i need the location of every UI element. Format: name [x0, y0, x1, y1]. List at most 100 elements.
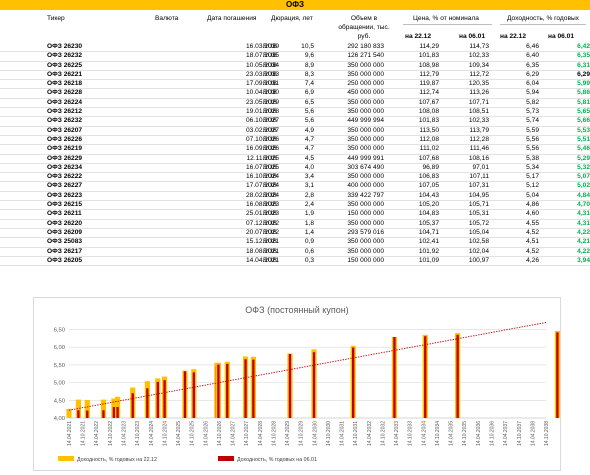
maturity-cell: 19.01.2028 [207, 107, 279, 118]
volume-cell: 350 000 000 [314, 172, 384, 183]
yield-date2-cell: 4,21 [539, 237, 590, 248]
duration-cell: 4,9 [279, 126, 314, 136]
maturity-cell: 16.08.2023 [207, 200, 279, 211]
duration-cell: 6,9 [279, 88, 314, 99]
price-date2-cell: 105,72 [439, 219, 489, 229]
price-date2-cell: 107,11 [439, 172, 489, 183]
ticker-cell: ОФЗ 26218 [0, 79, 150, 90]
ticker-cell: ОФЗ 26224 [0, 98, 150, 109]
yield-date1-cell: 6,04 [489, 79, 539, 90]
x-tick-label: 14.04.2029 [285, 421, 291, 446]
yield-date2-cell: 4,31 [539, 219, 590, 229]
price-date1-cell: 105,20 [384, 200, 439, 211]
price-date2-cell: 112,72 [439, 70, 489, 81]
yield-date1-cell: 4,26 [489, 256, 539, 267]
yield-date2-cell: 4,22 [539, 227, 590, 239]
ticker-cell: ОФЗ 26217 [0, 247, 150, 257]
table-row: ОФЗ 26232 RUB 06.10.2027 5,6 449 999 994 101,… [0, 116, 590, 127]
yield-date1-cell: 4,55 [489, 219, 539, 229]
maturity-cell: 10.04.2030 [207, 88, 279, 99]
yield-date1-cell: 4,52 [489, 227, 539, 239]
price-date1-cell: 114,29 [384, 43, 439, 53]
ticker-cell: ОФЗ 26232 [0, 116, 150, 127]
currency-cell: RUB [150, 43, 277, 53]
volume-cell: 350 000 000 [314, 144, 384, 155]
yield-date2-cell: 5,07 [539, 172, 590, 183]
yield-date1-cell: 5,38 [489, 154, 539, 164]
volume-cell: 150 000 000 [314, 256, 384, 267]
maturity-cell: 17.09.2031 [207, 79, 279, 90]
y-tick-label: 6,00 [54, 345, 65, 351]
ticker-cell: ОФЗ 26223 [0, 191, 150, 202]
yield-date1-cell: 4,52 [489, 247, 539, 257]
volume-cell: 350 000 000 [314, 98, 384, 109]
yield-date2-cell: 4,31 [539, 209, 590, 220]
yield-date1-cell: 5,56 [489, 144, 539, 155]
maturity-cell: 18.07.2035 [207, 51, 279, 62]
x-tick-label: 14.10.2033 [408, 421, 414, 446]
duration-cell: 3,1 [279, 181, 314, 192]
bar-series-2 [131, 393, 134, 418]
x-tick-label: 14.04.2033 [394, 421, 400, 446]
ticker-cell: ОФЗ 26219 [0, 144, 150, 155]
price-date1-cell: 101,09 [384, 256, 439, 267]
currency-cell: RUB [150, 209, 277, 220]
price-date2-cell: 109,34 [439, 61, 489, 71]
table-row: ОФЗ 26221 RUB 23.03.2033 8,3 350 000 000 112,… [0, 70, 590, 81]
price-date2-cell: 97,01 [439, 163, 489, 174]
yield-chart: ОФЗ (постоянный купон) 4,00 4,50 5,00 5,50 6… [54, 305, 561, 463]
bar-series-2 [217, 364, 220, 418]
bar-series-2 [226, 363, 229, 418]
price-date1-cell: 108,08 [384, 107, 439, 118]
maturity-cell: 16.07.2025 [207, 163, 279, 174]
price-date2-cell: 102,58 [439, 237, 489, 248]
price-date1-cell: 107,05 [384, 181, 439, 192]
volume-cell: 350 000 000 [314, 247, 384, 257]
ticker-cell: ОФЗ 26209 [0, 227, 150, 239]
ticker-cell: ОФЗ 26230 [0, 43, 150, 53]
maturity-cell: 14.04.2021 [207, 256, 279, 267]
x-tick-label: 14.10.2029 [299, 421, 305, 446]
yield-date1-cell: 5,04 [489, 191, 539, 202]
ticker-cell: ОФЗ 26228 [0, 88, 150, 99]
legend-swatch-series-1 [58, 456, 74, 461]
x-tick-label: 14.04.2021 [67, 421, 73, 446]
header-price-date2: на 06.01 [459, 33, 485, 40]
volume-cell: 350 000 000 [314, 70, 384, 81]
yield-date2-cell: 6,35 [539, 51, 590, 62]
price-date1-cell: 107,68 [384, 154, 439, 164]
price-date1-cell: 101,92 [384, 247, 439, 257]
table-row: ОФЗ 26217 RUB 18.08.2021 0,6 350 000 000 101,… [0, 247, 590, 257]
duration-cell: 4,5 [279, 154, 314, 164]
header-duration: Дюрация, лет [271, 15, 313, 22]
bonds-table: ОФЗ 26230 RUB 16.03.2039 10,5 292 180 833 114… [0, 43, 590, 267]
currency-cell: RUB [150, 247, 277, 257]
table-row: ОФЗ 26224 RUB 23.05.2029 6,5 350 000 000 107,… [0, 98, 590, 109]
x-tick-label: 14.10.2028 [271, 421, 277, 446]
currency-cell: RUB [150, 200, 277, 211]
price-date2-cell: 113,79 [439, 126, 489, 136]
x-tick-label: 14.10.2034 [435, 421, 441, 446]
table-row: ОФЗ 26207 RUB 03.02.2027 4,9 350 000 000 113,… [0, 126, 590, 136]
volume-cell: 350 000 000 [314, 61, 384, 71]
table-row: ОФЗ 26211 RUB 25.01.2023 1,9 150 000 000 104,… [0, 209, 590, 220]
header-yield-date1: на 22.12 [500, 33, 526, 40]
table-row: ОФЗ 26222 RUB 16.10.2024 3,4 350 000 000 106,… [0, 172, 590, 183]
yield-date2-cell: 6,29 [539, 70, 590, 81]
table-row: ОФЗ 26205 RUB 14.04.2021 0,3 150 000 000 101,… [0, 256, 590, 267]
ticker-cell: ОФЗ 26232 [0, 51, 150, 62]
volume-cell: 400 000 000 [314, 181, 384, 192]
yield-date2-cell: 5,46 [539, 144, 590, 155]
header-divider-yield [500, 24, 586, 25]
volume-cell: 293 579 016 [314, 227, 384, 239]
table-row: ОФЗ 26225 RUB 10.05.2034 8,9 350 000 000 108,… [0, 61, 590, 71]
table-row: ОФЗ 26212 RUB 19.01.2028 5,6 350 000 000 108,… [0, 107, 590, 118]
bar-series-2 [86, 410, 89, 418]
legend-swatch-series-2 [218, 456, 234, 461]
volume-cell: 449 999 991 [314, 154, 384, 164]
currency-cell: RUB [150, 237, 277, 248]
header-price: Цена, % от номинала [413, 15, 479, 22]
maturity-cell: 23.03.2033 [207, 70, 279, 81]
yield-date2-cell: 6,42 [539, 43, 590, 53]
x-tick-label: 14.10.2032 [380, 421, 386, 446]
